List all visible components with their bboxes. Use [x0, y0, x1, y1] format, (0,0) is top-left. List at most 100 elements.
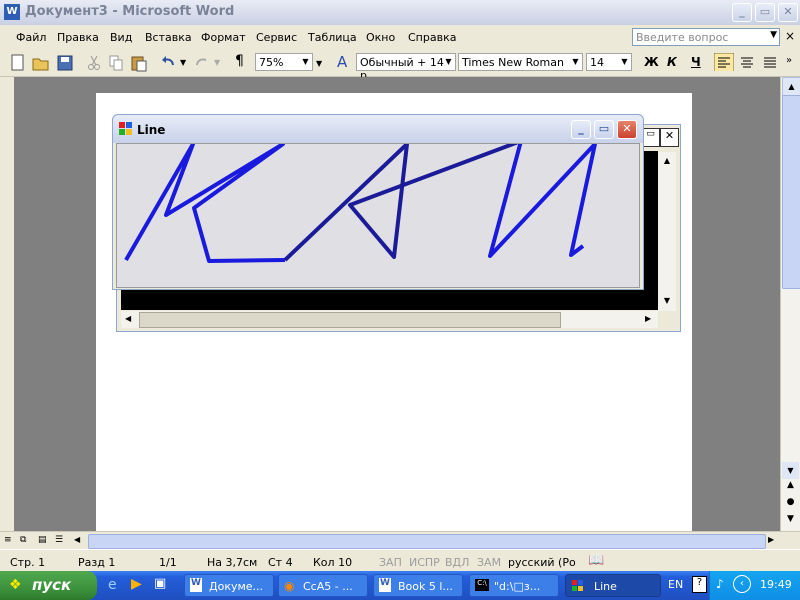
close-doc-icon[interactable]: × — [785, 29, 795, 43]
menu-table[interactable]: Таблица — [308, 31, 357, 44]
vertical-scrollbar[interactable]: ▲ ▼ ▲ ● ▼ — [780, 77, 800, 531]
previous-page-icon[interactable]: ▲ — [782, 480, 799, 496]
show-hidden-icons-icon[interactable]: ‹ — [733, 575, 751, 593]
maximize-button[interactable]: ▭ — [755, 3, 775, 22]
pilcrow-icon[interactable]: ¶ — [235, 53, 244, 71]
scroll-left-icon[interactable]: ◀ — [125, 314, 131, 323]
style-select[interactable]: Обычный + 14 р ▼ — [356, 53, 456, 82]
taskbar-label: Book 5 l... — [398, 580, 453, 593]
web-view-icon[interactable]: ⧉ — [20, 535, 26, 545]
status-track[interactable]: ИСПР — [409, 556, 440, 569]
browse-object-icon[interactable]: ● — [782, 497, 799, 513]
normal-view-icon[interactable]: ≡ — [4, 535, 12, 545]
styles-pane-icon[interactable]: A — [337, 53, 347, 71]
taskbar-label: Докуме... — [209, 580, 264, 593]
new-document-icon[interactable] — [10, 54, 26, 72]
cut-icon[interactable] — [86, 54, 102, 72]
background-close-icon[interactable]: ✕ — [660, 128, 679, 147]
taskbar-item-word[interactable]: W Докуме... — [184, 574, 274, 597]
open-folder-icon[interactable] — [32, 54, 50, 72]
background-hscroll[interactable]: ◀ ▶ — [121, 311, 658, 328]
horizontal-scrollbar[interactable]: ≡ ⧉ ▤ ☰ ◀ ▶ — [0, 531, 800, 550]
line-close-button[interactable]: ✕ — [617, 120, 637, 139]
app-icon — [572, 580, 583, 591]
taskbar-item-app2[interactable]: ◉ CcA5 - ... — [278, 574, 368, 597]
menu-format[interactable]: Формат — [201, 31, 246, 44]
menu-view[interactable]: Вид — [110, 31, 132, 44]
scroll-up-icon[interactable]: ▲ — [658, 152, 676, 170]
outline-view-icon[interactable]: ☰ — [55, 535, 63, 545]
scroll-right-icon[interactable]: ▶ — [645, 314, 651, 323]
word-icon: W — [190, 578, 202, 592]
menu-help[interactable]: Справка — [408, 31, 456, 44]
menu-insert[interactable]: Вставка — [145, 31, 192, 44]
font-size-select[interactable]: 14 ▼ — [586, 53, 632, 71]
language-indicator[interactable]: EN — [668, 578, 683, 591]
menu-edit[interactable]: Правка — [57, 31, 99, 44]
hscroll-thumb[interactable] — [88, 534, 766, 549]
minimize-button[interactable]: _ — [732, 3, 752, 22]
toolbar-options-icon[interactable]: ▼ — [316, 59, 322, 77]
print-view-icon[interactable]: ▤ — [38, 535, 47, 545]
font-select[interactable]: Times New Roman ▼ — [458, 53, 583, 71]
copy-icon[interactable] — [108, 54, 124, 72]
align-center-icon[interactable] — [739, 54, 755, 72]
show-desktop-icon[interactable]: ▣ — [154, 576, 166, 591]
next-page-icon[interactable]: ▼ — [782, 514, 799, 530]
line-maximize-button[interactable]: ▭ — [594, 120, 614, 139]
bold-button[interactable]: Ж — [644, 55, 659, 73]
taskbar-item-book[interactable]: W Book 5 l... — [373, 574, 463, 597]
start-button[interactable]: ❖ пуск — [0, 571, 97, 600]
menu-tools[interactable]: Сервис — [256, 31, 297, 44]
hscroll-thumb[interactable] — [139, 312, 561, 328]
scroll-thumb[interactable] — [782, 95, 800, 289]
scroll-down-icon[interactable]: ▼ — [782, 462, 799, 479]
taskbar-label: CcA5 - ... — [303, 580, 353, 593]
status-line: Ст 4 — [268, 556, 293, 569]
menu-window[interactable]: Окно — [366, 31, 395, 44]
scroll-down-icon[interactable]: ▼ — [658, 292, 676, 310]
help-tray-icon[interactable]: ? — [692, 576, 707, 593]
internet-explorer-icon[interactable]: e — [108, 577, 117, 593]
undo-icon[interactable] — [160, 54, 176, 72]
scroll-left-icon[interactable]: ◀ — [74, 535, 80, 544]
taskbar-item-console[interactable]: C:\ "d:\□з... — [469, 574, 559, 597]
zoom-select[interactable]: 75% ▼ — [255, 53, 313, 71]
toolbar-more-icon[interactable]: » — [786, 55, 792, 73]
status-pages: 1/1 — [159, 556, 177, 569]
status-page: Стр. 1 — [10, 556, 46, 569]
scroll-right-icon[interactable]: ▶ — [768, 535, 774, 544]
taskbar-item-line[interactable]: Line — [565, 574, 661, 597]
align-left-icon[interactable] — [714, 53, 734, 71]
close-button[interactable]: ✕ — [778, 3, 798, 22]
chevron-down-icon[interactable]: ▼ — [770, 30, 777, 40]
taskbar: ❖ пуск e ▶ ▣ W Докуме... ◉ CcA5 - ... W … — [0, 571, 800, 600]
spelling-status-icon[interactable]: 📖 — [588, 553, 604, 568]
help-search-input[interactable]: Введите вопрос ▼ — [632, 28, 780, 46]
status-extend[interactable]: ВДЛ — [445, 556, 469, 569]
redo-dropdown-icon[interactable]: ▼ — [214, 58, 220, 76]
stroke-letter-k — [124, 144, 286, 263]
media-player-icon[interactable]: ▶ — [131, 576, 142, 592]
scroll-up-icon[interactable]: ▲ — [782, 77, 800, 96]
word-icon: W — [379, 578, 391, 592]
italic-button[interactable]: К — [667, 55, 677, 73]
redo-icon[interactable] — [194, 54, 210, 72]
font-size-value: 14 — [590, 56, 604, 69]
status-record[interactable]: ЗАП — [379, 556, 402, 569]
line-window-title: Line — [137, 123, 166, 137]
line-minimize-button[interactable]: _ — [571, 120, 591, 139]
status-overtype[interactable]: ЗАМ — [477, 556, 501, 569]
line-title-bar[interactable]: Line _ ▭ ✕ — [113, 115, 643, 143]
background-vscroll[interactable]: ▲ ▼ — [658, 152, 676, 311]
drawing-canvas[interactable] — [116, 143, 640, 288]
menu-file[interactable]: Файл — [16, 31, 46, 44]
save-icon[interactable] — [56, 54, 74, 72]
paste-icon[interactable] — [130, 54, 148, 72]
chevron-down-icon: ▼ — [572, 57, 579, 66]
undo-dropdown-icon[interactable]: ▼ — [180, 58, 186, 76]
align-right-icon[interactable] — [762, 54, 778, 72]
stroke-letter-a — [283, 144, 519, 262]
underline-button[interactable]: Ч — [691, 55, 701, 73]
speaker-icon[interactable]: ♪ — [716, 577, 724, 591]
